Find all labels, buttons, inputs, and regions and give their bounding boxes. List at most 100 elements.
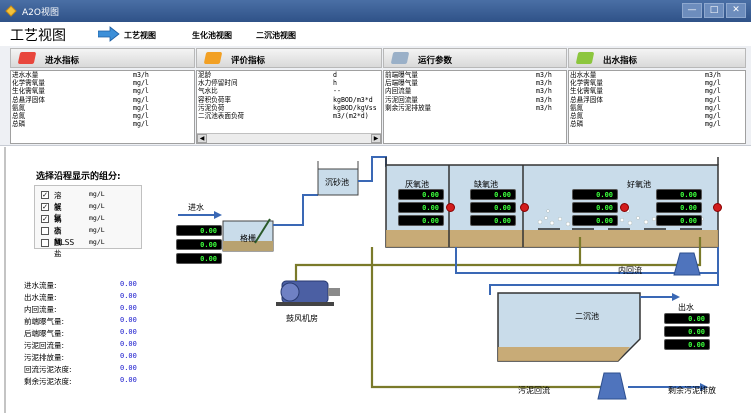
- process-view: 选择沿程显示的组分: ✓ 溶解氧 mg/L ✓ 氨氮 mg/L ✓ 硝态氮 mg…: [0, 147, 751, 413]
- list-item[interactable]: 剩余污泥排放量 m3/h: [384, 104, 566, 112]
- flow-value: 0.00: [120, 292, 137, 300]
- panel-title: 评价指标: [231, 56, 266, 66]
- flow-stat: 回流污泥浓度:: [24, 365, 72, 374]
- title-bar: A2O视图 — □ ✕: [0, 0, 751, 22]
- inflow-list[interactable]: 进水水量 m3/h 化学需氧量 mg/l 生化需氧量 mg/l 总悬浮固体 mg/l 氨…: [10, 70, 195, 144]
- checkbox-dissolved-oxygen[interactable]: ✓: [41, 191, 49, 199]
- list-item[interactable]: 氨氮 mg/l: [569, 104, 745, 112]
- panel-header: 评价指标: [196, 48, 382, 68]
- list-item[interactable]: 污泥负荷 kgBOD/kgVss: [197, 104, 381, 112]
- checkbox-phosphate[interactable]: [41, 227, 49, 235]
- tag-icon: [575, 52, 595, 64]
- blower-icon: [276, 280, 340, 306]
- scroll-right-button[interactable]: ▶: [371, 134, 381, 143]
- sludge-discharge-label: 剩余污泥排放: [668, 386, 716, 395]
- toolbar: 工艺视图 工艺视图 生化池视图 二沉池视图: [0, 22, 751, 46]
- list-item[interactable]: 总氮 mg/l: [11, 112, 194, 120]
- panel-effluent: 出水指标 出水水量 m3/h 化学需氧量 mg/l 生化需氧量 mg/l 总悬浮固体 m…: [568, 48, 746, 144]
- blower-room-label: 鼓风机房: [286, 314, 318, 323]
- panel-inflow: 进水指标 进水水量 m3/h 化学需氧量 mg/l 生化需氧量 mg/l 总悬浮固体 m…: [10, 48, 195, 144]
- grit-label: 格栅: [240, 234, 256, 243]
- evaluation-list[interactable]: 泥龄 d 水力停留时间 h 气水比 -- 容积负荷率 kgBOD/m3*d 污泥负荷 kg…: [196, 70, 382, 144]
- list-item[interactable]: 总悬浮固体 mg/l: [569, 96, 745, 104]
- anoxic-reading: 0.00: [470, 202, 516, 213]
- list-item[interactable]: 气水比 --: [197, 87, 381, 95]
- close-button[interactable]: ✕: [726, 3, 746, 18]
- app-icon: [5, 5, 17, 17]
- sludge-pump-icon: [597, 372, 627, 400]
- view-biochemical-link[interactable]: 生化池视图: [192, 30, 232, 41]
- panel-evaluation: 评价指标 泥龄 d 水力停留时间 h 气水比 -- 容积负荷率 kgBOD/m3*d 污…: [196, 48, 382, 144]
- tag-icon: [17, 52, 37, 64]
- scroll-left-button[interactable]: ◀: [197, 134, 207, 143]
- list-item[interactable]: 生化需氧量 mg/l: [11, 87, 194, 95]
- flow-stat: 进水流量:: [24, 281, 57, 290]
- internal-reflux-label: 内回流: [618, 266, 642, 275]
- operation-list[interactable]: 前端曝气量 m3/h 后端曝气量 m3/h 内回流量 m3/h 污泥回流量 m3/h 剩…: [383, 70, 567, 144]
- maximize-button[interactable]: □: [704, 3, 724, 18]
- flow-value: 0.00: [120, 352, 137, 360]
- effluent-label: 出水: [678, 303, 694, 312]
- indicator-panels: 进水指标 进水水量 m3/h 化学需氧量 mg/l 生化需氧量 mg/l 总悬浮固体 m…: [0, 46, 751, 146]
- effluent-reading: 0.00: [664, 313, 710, 324]
- component-row[interactable]: ✓ 氨氮 mg/L: [41, 202, 105, 223]
- list-item[interactable]: 出水水量 m3/h: [569, 71, 745, 79]
- checkbox-ammonia[interactable]: ✓: [41, 203, 49, 211]
- aerobic-reading: 0.00: [572, 189, 618, 200]
- checkbox-mlss[interactable]: [41, 239, 49, 247]
- horizontal-scrollbar[interactable]: ◀ ▶: [197, 133, 381, 143]
- flow-stat: 剩余污泥浓度:: [24, 377, 72, 386]
- flow-stat: 污泥排放量:: [24, 353, 65, 362]
- component-selector: ✓ 溶解氧 mg/L ✓ 氨氮 mg/L ✓ 硝态氮 mg/L 磷酸盐 mg/L…: [34, 185, 142, 258]
- tag-icon: [203, 52, 223, 64]
- flow-value: 0.00: [120, 280, 137, 288]
- list-item[interactable]: 前端曝气量 m3/h: [384, 71, 566, 79]
- panel-title: 运行参数: [418, 56, 453, 66]
- effluent-reading: 0.00: [664, 326, 710, 337]
- anaerobic-reading: 0.00: [398, 202, 444, 213]
- component-row[interactable]: ✓ 硝态氮 mg/L: [41, 214, 105, 246]
- sensor-indicator: [520, 203, 529, 212]
- inflow-label: 进水: [188, 203, 204, 212]
- list-item[interactable]: 污泥回流量 m3/h: [384, 96, 566, 104]
- list-item[interactable]: 容积负荷率 kgBOD/m3*d: [197, 96, 381, 104]
- inflow-reading: 0.00: [176, 239, 222, 250]
- sand-chamber-label: 沉砂池: [325, 178, 349, 187]
- list-item[interactable]: 总磷 mg/l: [11, 120, 194, 128]
- anoxic-reading: 0.00: [470, 215, 516, 226]
- list-item[interactable]: 总氮 mg/l: [569, 112, 745, 120]
- flow-value: 0.00: [120, 328, 137, 336]
- inflow-reading: 0.00: [176, 225, 222, 236]
- flow-value: 0.00: [120, 376, 137, 384]
- list-item[interactable]: 水力停留时间 h: [197, 79, 381, 87]
- effluent-list[interactable]: 出水水量 m3/h 化学需氧量 mg/l 生化需氧量 mg/l 总悬浮固体 mg/l 氨…: [568, 70, 746, 144]
- list-item[interactable]: 后端曝气量 m3/h: [384, 79, 566, 87]
- page-title: 工艺视图: [10, 28, 66, 44]
- flow-stat: 出水流量:: [24, 293, 57, 302]
- checkbox-nitrate[interactable]: ✓: [41, 215, 49, 223]
- flow-value: 0.00: [120, 316, 137, 324]
- list-item[interactable]: 生化需氧量 mg/l: [569, 87, 745, 95]
- panel-title: 进水指标: [45, 56, 80, 66]
- aerobic-reading: 0.00: [656, 189, 702, 200]
- view-process-link[interactable]: 工艺视图: [124, 30, 156, 41]
- list-item[interactable]: 氨氮 mg/l: [11, 104, 194, 112]
- effluent-reading: 0.00: [664, 339, 710, 350]
- aerobic-label: 好氧池: [627, 180, 651, 189]
- sensor-indicator: [446, 203, 455, 212]
- minimize-button[interactable]: —: [682, 3, 702, 18]
- flow-stat: 污泥回流量:: [24, 341, 65, 350]
- flow-value: 0.00: [120, 364, 137, 372]
- list-item[interactable]: 泥龄 d: [197, 71, 381, 79]
- aerobic-reading: 0.00: [572, 215, 618, 226]
- list-item[interactable]: 进水水量 m3/h: [11, 71, 194, 79]
- anaerobic-reading: 0.00: [398, 215, 444, 226]
- list-item[interactable]: 内回流量 m3/h: [384, 87, 566, 95]
- component-row[interactable]: MLSS mg/L: [41, 238, 105, 250]
- component-row[interactable]: 磷酸盐 mg/L: [41, 226, 105, 258]
- view-clarifier-link[interactable]: 二沉池视图: [256, 30, 296, 41]
- list-item[interactable]: 二沉池表面负荷 m3/(m2*d): [197, 112, 381, 120]
- component-row[interactable]: ✓ 溶解氧 mg/L: [41, 190, 105, 222]
- list-item[interactable]: 总悬浮固体 mg/l: [11, 96, 194, 104]
- list-item[interactable]: 总磷 mg/l: [569, 120, 745, 128]
